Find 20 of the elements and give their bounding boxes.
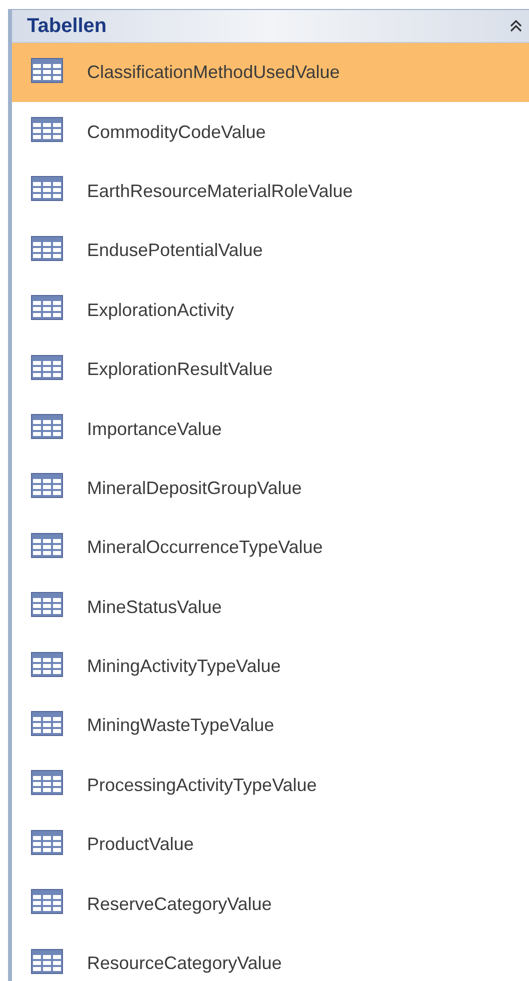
table-icon bbox=[31, 710, 63, 736]
table-icon bbox=[31, 354, 63, 380]
table-icon bbox=[31, 830, 63, 855]
table-icon bbox=[31, 473, 63, 498]
table-icon bbox=[31, 58, 63, 83]
collapse-icon[interactable] bbox=[509, 19, 523, 33]
table-icon bbox=[31, 532, 63, 558]
table-icon bbox=[31, 948, 63, 974]
table-icon bbox=[31, 176, 63, 202]
group-title: Tabellen bbox=[27, 14, 107, 39]
table-icon bbox=[31, 652, 63, 677]
table-icon bbox=[31, 117, 63, 142]
table-icon bbox=[31, 414, 63, 440]
table-icon bbox=[31, 592, 63, 618]
table-icon bbox=[31, 295, 63, 320]
group-header[interactable]: Tabellen bbox=[12, 10, 529, 43]
table-icon bbox=[31, 236, 63, 261]
table-item[interactable]: ClassificationMethodUsedValue bbox=[12, 43, 529, 102]
table-icon bbox=[31, 889, 63, 914]
table-icon bbox=[31, 770, 63, 796]
